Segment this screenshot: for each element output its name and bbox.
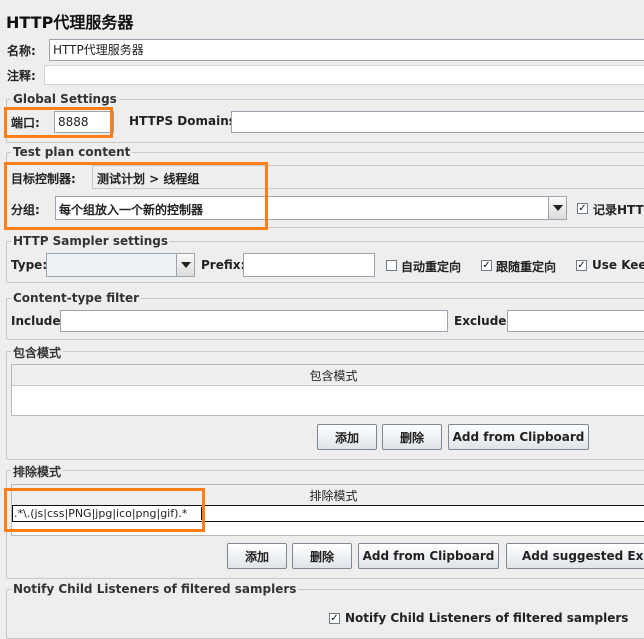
include-patterns-column-header: 包含模式 [12,365,644,386]
target-controller-value: 测试计划 > 线程组 [97,172,200,186]
sampler-legend: HTTP Sampler settings [11,234,170,248]
include-patterns-legend: 包含模式 [11,344,64,361]
exclude-patterns-legend: 排除模式 [11,463,64,480]
type-combo[interactable] [46,253,195,277]
include-clipboard-button[interactable]: Add from Clipboard [448,424,589,450]
port-field[interactable]: 8888 [54,111,114,133]
exclude-field[interactable] [507,310,644,332]
exclude-pattern-value[interactable]: .*\.(js|css|PNG|jpg|ico|png|gif).* [14,506,187,521]
chevron-down-icon[interactable] [176,254,194,276]
https-domains-label: HTTPS Domains : [129,114,245,128]
keepalive-label: Use Kee [592,258,644,272]
auto-redirect-label: 自动重定向 [401,260,462,274]
port-label: 端口: [11,116,40,130]
name-label: 名称: [7,44,36,58]
include-delete-button[interactable]: 删除 [382,424,442,450]
exclude-add-button[interactable]: 添加 [227,543,287,569]
record-checkbox[interactable]: ✓ [577,203,588,214]
add-suggested-excludes-button[interactable]: Add suggested Exclu [506,543,644,569]
exclude-label: Exclude: [454,314,512,328]
include-add-button[interactable]: 添加 [317,424,377,450]
exclude-patterns-column-header: 排除模式 [12,485,644,506]
auto-redirect-checkbox[interactable] [386,260,397,271]
grouping-combo[interactable]: 每个组放入一个新的控制器 [55,196,567,220]
prefix-field[interactable] [243,253,375,277]
follow-redirect-checkbox[interactable]: ✓ [481,260,492,271]
follow-redirect-label: 跟随重定向 [496,260,557,274]
exclude-clipboard-button[interactable]: Add from Clipboard [358,543,499,569]
grouping-label: 分组: [11,203,40,217]
https-domains-field[interactable] [231,111,644,133]
name-field[interactable]: HTTP代理服务器 [49,39,644,61]
content-type-legend: Content-type filter [11,291,141,305]
notify-checkbox-label: Notify Child Listeners of filtered sampl… [345,611,629,625]
comment-field[interactable] [44,65,644,85]
keepalive-checkbox[interactable]: ✓ [576,260,587,271]
table-row[interactable]: .*\.(js|css|PNG|jpg|ico|png|gif).* [12,505,644,522]
text-cursor [201,507,202,520]
prefix-label: Prefix: [201,258,246,272]
exclude-patterns-table[interactable]: 排除模式 .*\.(js|css|PNG|jpg|ico|png|gif).* [11,484,644,536]
include-patterns-table[interactable]: 包含模式 [11,364,644,416]
record-label: 记录HTT [593,203,644,217]
comment-label: 注释: [7,69,36,83]
include-label: Include: [11,314,66,328]
grouping-value: 每个组放入一个新的控制器 [59,203,204,217]
notify-checkbox[interactable]: ✓ [329,613,340,624]
type-label: Type: [11,258,48,272]
exclude-delete-button[interactable]: 删除 [292,543,352,569]
notify-legend: Notify Child Listeners of filtered sampl… [11,582,299,596]
page-title: HTTP代理服务器 [6,13,134,32]
global-settings-legend: Global Settings [11,92,119,106]
target-controller-select[interactable]: 测试计划 > 线程组 [92,165,644,189]
test-plan-legend: Test plan content [11,145,133,159]
include-field[interactable] [60,310,448,332]
target-controller-label: 目标控制器: [11,172,76,186]
chevron-down-icon[interactable] [548,197,566,219]
